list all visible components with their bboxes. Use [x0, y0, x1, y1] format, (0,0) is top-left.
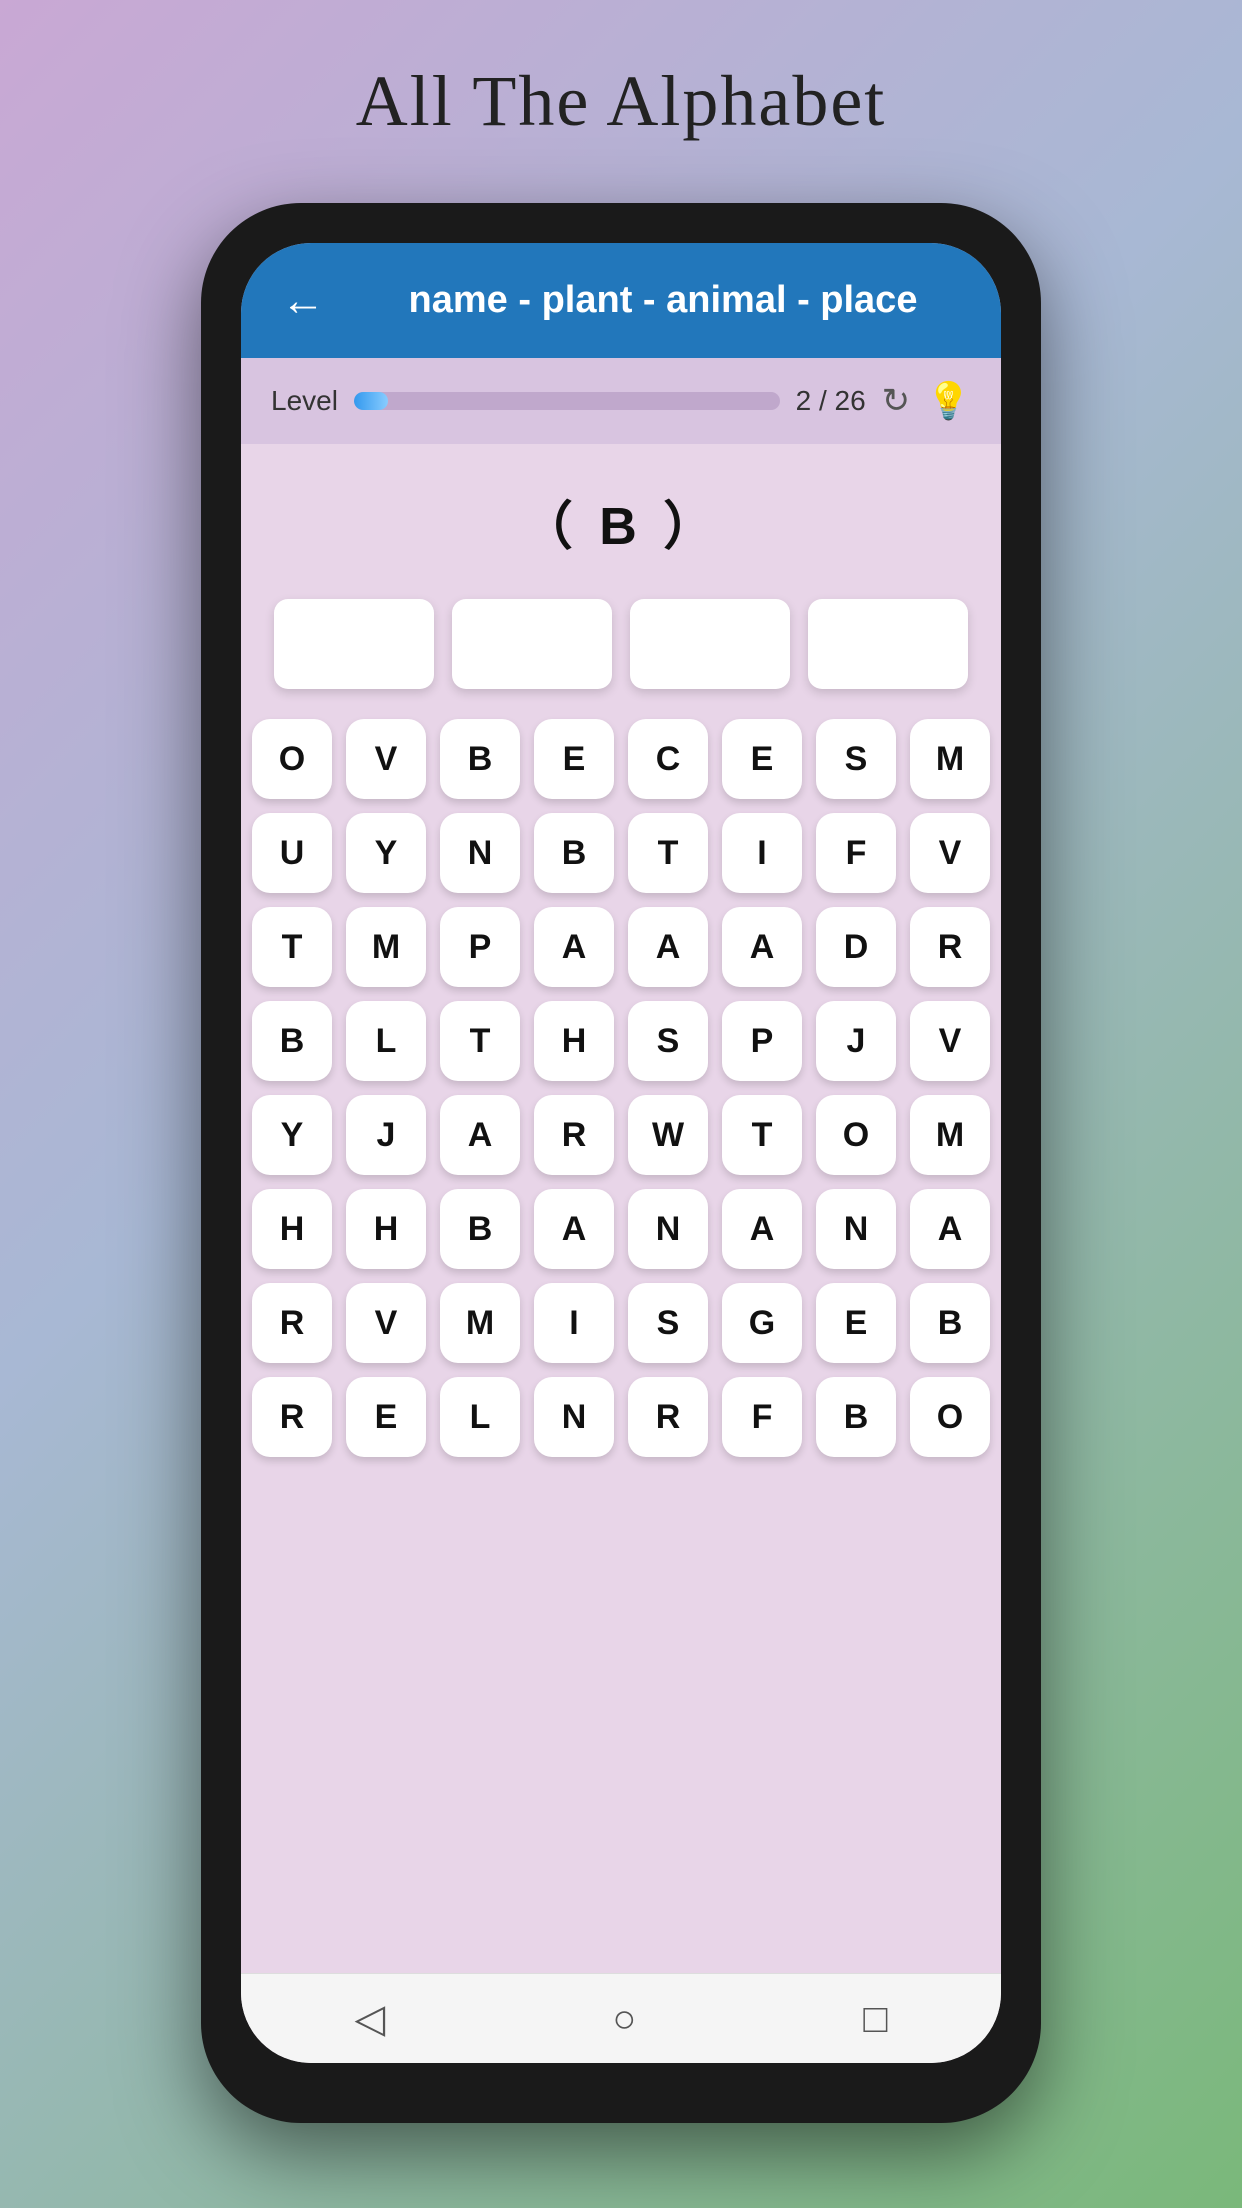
back-button[interactable]: ← [271, 271, 335, 330]
letter-btn[interactable]: M [910, 1095, 990, 1175]
letter-btn[interactable]: P [440, 907, 520, 987]
header-title: name - plant - animal - place [355, 279, 971, 322]
letter-btn[interactable]: P [722, 1001, 802, 1081]
nav-bar: ◁ ○ □ [241, 1973, 1001, 2063]
app-title: All The Alphabet [356, 60, 887, 143]
letter-btn[interactable]: E [816, 1283, 896, 1363]
progress-bar-fill [354, 392, 388, 410]
letter-btn[interactable]: T [440, 1001, 520, 1081]
letter-btn[interactable]: W [628, 1095, 708, 1175]
letter-btn[interactable]: R [534, 1095, 614, 1175]
nav-recent-icon[interactable]: □ [863, 1995, 887, 2042]
letter-btn[interactable]: A [910, 1189, 990, 1269]
nav-home-icon[interactable]: ○ [612, 1995, 636, 2042]
letter-btn[interactable]: I [722, 813, 802, 893]
letter-btn[interactable]: T [722, 1095, 802, 1175]
letter-btn[interactable]: O [816, 1095, 896, 1175]
letter-btn[interactable]: B [440, 719, 520, 799]
letter-btn[interactable]: R [252, 1283, 332, 1363]
letter-btn[interactable]: R [252, 1377, 332, 1457]
hint-button[interactable]: 💡 [926, 380, 971, 422]
letter-btn[interactable]: H [252, 1189, 332, 1269]
letter-btn[interactable]: Y [346, 813, 426, 893]
letter-btn[interactable]: R [910, 907, 990, 987]
letter-btn[interactable]: A [722, 1189, 802, 1269]
letter-btn[interactable]: N [534, 1377, 614, 1457]
letter-btn[interactable]: O [252, 719, 332, 799]
letter-btn[interactable]: C [628, 719, 708, 799]
letter-btn[interactable]: S [628, 1001, 708, 1081]
letter-btn[interactable]: B [252, 1001, 332, 1081]
letter-btn[interactable]: N [816, 1189, 896, 1269]
letter-btn[interactable]: G [722, 1283, 802, 1363]
letter-btn[interactable]: F [722, 1377, 802, 1457]
letter-btn[interactable]: M [910, 719, 990, 799]
letter-btn[interactable]: E [722, 719, 802, 799]
letter-btn[interactable]: A [628, 907, 708, 987]
letter-btn[interactable]: O [910, 1377, 990, 1457]
letter-btn[interactable]: T [628, 813, 708, 893]
letter-btn[interactable]: H [346, 1189, 426, 1269]
answer-box-4 [808, 599, 968, 689]
letter-btn[interactable]: H [534, 1001, 614, 1081]
letter-btn[interactable]: I [534, 1283, 614, 1363]
letter-btn[interactable]: J [346, 1095, 426, 1175]
nav-back-icon[interactable]: ◁ [354, 1995, 385, 2042]
game-content: （ B ） OVBECESMUYNBTIFVTMPAAADRBLTHSPJVYJ… [241, 444, 1001, 1973]
letter-btn[interactable]: A [722, 907, 802, 987]
answer-box-2 [452, 599, 612, 689]
letter-btn[interactable]: Y [252, 1095, 332, 1175]
letter-btn[interactable]: V [346, 1283, 426, 1363]
letter-btn[interactable]: E [534, 719, 614, 799]
header-bar: ← name - plant - animal - place [241, 243, 1001, 358]
answer-box-3 [630, 599, 790, 689]
current-letter: （ B ） [521, 484, 721, 559]
letter-btn[interactable]: A [534, 1189, 614, 1269]
level-area: Level 2 / 26 ↻ 💡 [241, 358, 1001, 444]
answer-boxes [261, 599, 981, 689]
letter-btn[interactable]: B [440, 1189, 520, 1269]
letter-btn[interactable]: R [628, 1377, 708, 1457]
letter-btn[interactable]: N [628, 1189, 708, 1269]
letter-btn[interactable]: L [346, 1001, 426, 1081]
refresh-button[interactable]: ↻ [882, 381, 911, 421]
letter-btn[interactable]: B [816, 1377, 896, 1457]
letter-btn[interactable]: N [440, 813, 520, 893]
letter-btn[interactable]: V [910, 813, 990, 893]
letter-grid: OVBECESMUYNBTIFVTMPAAADRBLTHSPJVYJARWTOM… [252, 719, 990, 1457]
letter-btn[interactable]: L [440, 1377, 520, 1457]
letter-btn[interactable]: D [816, 907, 896, 987]
letter-btn[interactable]: M [346, 907, 426, 987]
letter-btn[interactable]: F [816, 813, 896, 893]
letter-btn[interactable]: B [534, 813, 614, 893]
letter-btn[interactable]: U [252, 813, 332, 893]
answer-box-1 [274, 599, 434, 689]
letter-btn[interactable]: M [440, 1283, 520, 1363]
letter-btn[interactable]: E [346, 1377, 426, 1457]
letter-btn[interactable]: S [628, 1283, 708, 1363]
letter-btn[interactable]: A [440, 1095, 520, 1175]
letter-btn[interactable]: S [816, 719, 896, 799]
level-label: Level [271, 385, 338, 417]
level-count: 2 / 26 [796, 385, 866, 417]
phone-screen: ← name - plant - animal - place Level 2 … [241, 243, 1001, 2063]
letter-btn[interactable]: T [252, 907, 332, 987]
letter-btn[interactable]: J [816, 1001, 896, 1081]
phone-frame: ← name - plant - animal - place Level 2 … [201, 203, 1041, 2123]
letter-btn[interactable]: A [534, 907, 614, 987]
progress-bar-container [354, 392, 780, 410]
letter-btn[interactable]: V [346, 719, 426, 799]
letter-btn[interactable]: B [910, 1283, 990, 1363]
letter-btn[interactable]: V [910, 1001, 990, 1081]
